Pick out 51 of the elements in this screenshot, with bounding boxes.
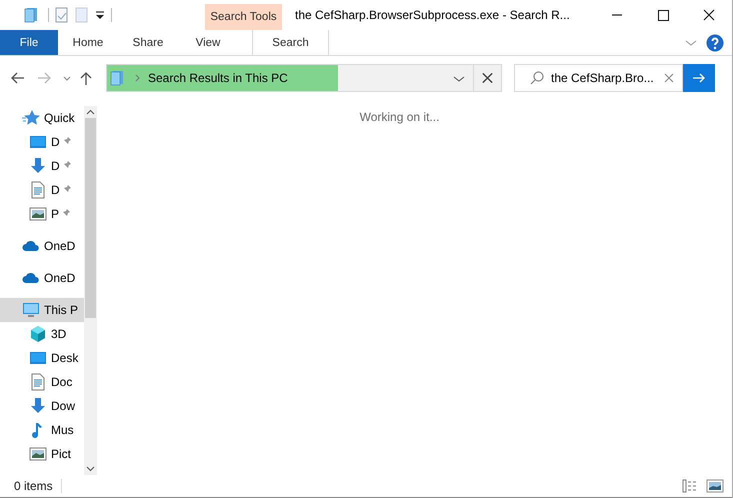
details-view-icon[interactable] xyxy=(682,479,698,493)
scrollbar-thumb[interactable] xyxy=(85,118,96,318)
address-path: Search Results in This PC xyxy=(148,71,288,85)
up-arrow-icon[interactable] xyxy=(78,70,94,86)
nav-item[interactable]: Desk xyxy=(0,346,84,370)
nav-item[interactable]: OneD xyxy=(0,266,84,290)
customize-caret-icon[interactable] xyxy=(95,10,105,20)
computer-icon xyxy=(22,301,40,319)
back-arrow-icon[interactable] xyxy=(10,70,26,86)
document-icon xyxy=(29,181,47,199)
nav-item[interactable]: D xyxy=(0,154,84,178)
nav-item[interactable]: Quick xyxy=(0,106,84,130)
search-go-button[interactable] xyxy=(683,64,715,92)
scrollbar[interactable] xyxy=(84,106,97,475)
search-field[interactable]: the CefSharp.Bro... xyxy=(514,64,683,92)
stop-icon[interactable] xyxy=(474,64,502,92)
down-arrow-icon xyxy=(29,157,47,175)
file-tab[interactable]: File xyxy=(0,30,58,55)
breadcrumb-chevron-icon xyxy=(134,73,142,83)
help-icon[interactable] xyxy=(706,34,724,52)
large-icons-view-icon[interactable] xyxy=(706,479,724,493)
ribbon-tab[interactable]: View xyxy=(178,30,238,55)
ribbon-tab[interactable]: Share xyxy=(118,30,178,55)
down-arrow-icon xyxy=(29,397,47,415)
nav-item[interactable]: P xyxy=(0,202,84,226)
ribbon-tab[interactable]: Search xyxy=(252,30,329,55)
context-tab-label: Search Tools xyxy=(210,11,277,23)
document-icon xyxy=(29,373,47,391)
monitor-icon xyxy=(29,349,47,367)
window-title: the CefSharp.BrowserSubprocess.exe - Search R... xyxy=(294,7,571,24)
nav-item[interactable]: Doc xyxy=(0,370,84,394)
nav-item[interactable]: Dow xyxy=(0,394,84,418)
nav-item[interactable]: Pict xyxy=(0,442,84,466)
nav-item[interactable]: OneD xyxy=(0,234,84,258)
nav-item[interactable]: This P xyxy=(0,298,84,322)
properties-icon[interactable] xyxy=(55,7,69,23)
picture-frame-icon xyxy=(29,205,47,223)
address-bar[interactable]: Search Results in This PC xyxy=(106,64,474,92)
nav-item[interactable]: 3D xyxy=(0,322,84,346)
cube-icon xyxy=(29,325,47,343)
star-icon xyxy=(22,109,40,127)
clear-icon[interactable] xyxy=(662,71,676,85)
monitor-icon xyxy=(29,133,47,151)
picture-frame-icon xyxy=(29,445,47,463)
nav-item[interactable]: Mus xyxy=(0,418,84,442)
item-count: 0 items xyxy=(14,479,53,493)
status-message: Working on it... xyxy=(360,110,440,126)
nav-item[interactable]: D xyxy=(0,178,84,202)
nav-item[interactable]: D xyxy=(0,130,84,154)
ribbon-tab[interactable]: Home xyxy=(58,30,118,55)
search-icon xyxy=(529,70,545,86)
